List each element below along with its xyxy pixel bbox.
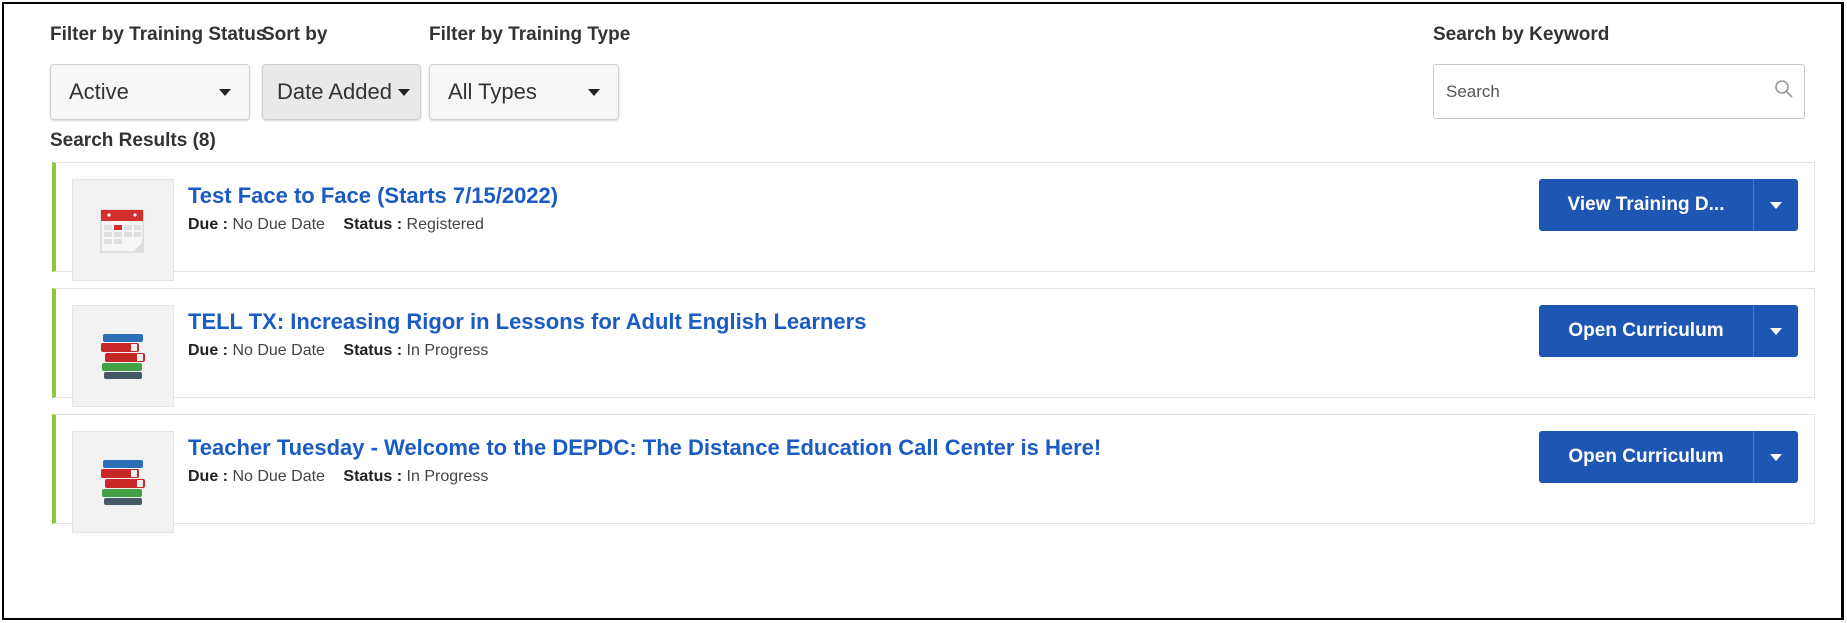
training-title-link[interactable]: Teacher Tuesday - Welcome to the DEPDC: … bbox=[188, 435, 1101, 461]
results-heading: Search Results (8) bbox=[50, 130, 216, 151]
status-label: Status : bbox=[343, 468, 403, 485]
training-meta: Due : No Due Date Status : Registered bbox=[188, 216, 484, 234]
due-value: No Due Date bbox=[232, 342, 325, 359]
status-label: Status : bbox=[343, 342, 403, 359]
training-type-dropdown[interactable]: All Types bbox=[429, 64, 619, 120]
training-status-dropdown[interactable]: Active bbox=[50, 64, 250, 120]
books-icon bbox=[72, 431, 174, 533]
training-title-link[interactable]: Test Face to Face (Starts 7/15/2022) bbox=[188, 183, 558, 209]
calendar-icon bbox=[72, 179, 174, 281]
sort-by-label: Sort by bbox=[262, 24, 328, 45]
action-menu-toggle[interactable] bbox=[1754, 305, 1798, 357]
open-curriculum-button[interactable]: Open Curriculum bbox=[1539, 305, 1754, 357]
list-item: Test Face to Face (Starts 7/15/2022) Due… bbox=[52, 162, 1815, 281]
books-icon bbox=[72, 305, 174, 407]
search-input[interactable] bbox=[1444, 80, 1774, 103]
action-menu-toggle[interactable] bbox=[1754, 431, 1798, 483]
chevron-down-icon bbox=[1770, 201, 1782, 209]
chevron-down-icon bbox=[219, 88, 231, 96]
training-meta: Due : No Due Date Status : In Progress bbox=[188, 468, 488, 486]
training-status-label: Filter by Training Status bbox=[50, 24, 267, 45]
training-meta: Due : No Due Date Status : In Progress bbox=[188, 342, 488, 360]
action-button-group: View Training D... bbox=[1539, 179, 1798, 231]
chevron-down-icon bbox=[1770, 453, 1782, 461]
due-label: Due : bbox=[188, 216, 228, 233]
training-status-value: Active bbox=[69, 79, 129, 104]
training-type-value: All Types bbox=[448, 79, 537, 104]
status-value: In Progress bbox=[406, 468, 489, 485]
chevron-down-icon bbox=[397, 88, 410, 96]
page-frame: Filter by Training Status Sort by Filter… bbox=[2, 2, 1844, 620]
sort-by-dropdown[interactable]: Date Added bbox=[262, 64, 421, 120]
due-value: No Due Date bbox=[232, 468, 325, 485]
search-box[interactable] bbox=[1433, 64, 1805, 119]
chevron-down-icon bbox=[1770, 327, 1782, 335]
due-label: Due : bbox=[188, 342, 228, 359]
search-icon[interactable] bbox=[1774, 79, 1794, 104]
status-label: Status : bbox=[343, 216, 403, 233]
status-value: Registered bbox=[406, 216, 484, 233]
action-button-group: Open Curriculum bbox=[1539, 431, 1798, 483]
due-label: Due : bbox=[188, 468, 228, 485]
list-item: TELL TX: Increasing Rigor in Lessons for… bbox=[52, 288, 1815, 407]
training-type-label: Filter by Training Type bbox=[429, 24, 631, 45]
status-value: In Progress bbox=[406, 342, 489, 359]
due-value: No Due Date bbox=[232, 216, 325, 233]
chevron-down-icon bbox=[588, 88, 600, 96]
open-curriculum-button[interactable]: Open Curriculum bbox=[1539, 431, 1754, 483]
action-menu-toggle[interactable] bbox=[1754, 179, 1798, 231]
sort-by-value: Date Added bbox=[277, 79, 392, 104]
training-title-link[interactable]: TELL TX: Increasing Rigor in Lessons for… bbox=[188, 309, 866, 335]
list-item: Teacher Tuesday - Welcome to the DEPDC: … bbox=[52, 414, 1815, 533]
action-button-group: Open Curriculum bbox=[1539, 305, 1798, 357]
view-training-details-button[interactable]: View Training D... bbox=[1539, 179, 1754, 231]
keyword-label: Search by Keyword bbox=[1433, 24, 1610, 45]
